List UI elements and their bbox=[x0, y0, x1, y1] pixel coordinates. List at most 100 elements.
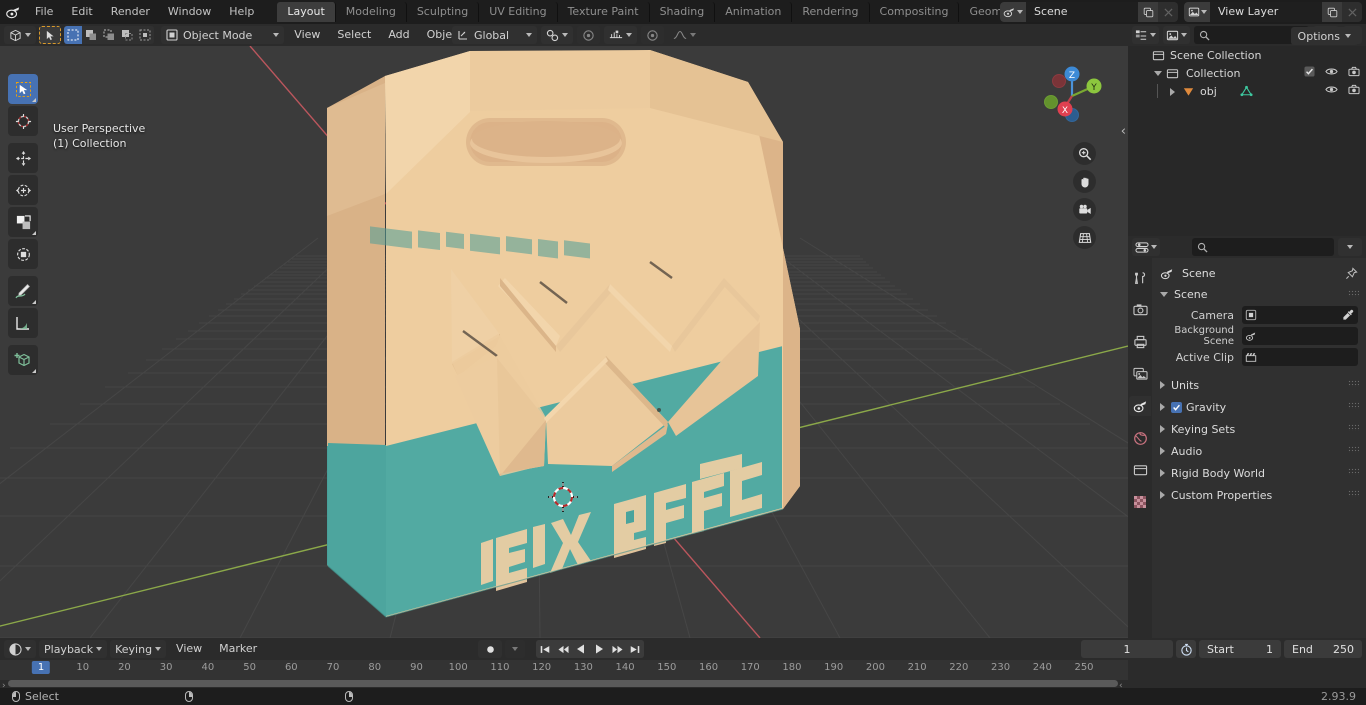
panel-audio-header[interactable]: Audio bbox=[1152, 440, 1366, 462]
tool-tab[interactable] bbox=[1129, 268, 1151, 288]
panel-scene-header[interactable]: Scene bbox=[1152, 284, 1366, 304]
editor-type-3dview-icon[interactable] bbox=[4, 26, 36, 44]
chevron-down-icon[interactable] bbox=[1338, 238, 1362, 256]
proportional-falloff-toggle[interactable] bbox=[641, 26, 665, 44]
duplicate-icon[interactable] bbox=[1322, 2, 1342, 22]
jump-start-icon[interactable] bbox=[536, 640, 554, 658]
timeline-menu-playback[interactable]: Playback bbox=[39, 640, 108, 658]
view-layer-selector[interactable]: View Layer bbox=[1184, 2, 1362, 22]
panel-rigid-body-world-header[interactable]: Rigid Body World bbox=[1152, 462, 1366, 484]
timeline-ruler[interactable]: 10 20 30 40 50 60 70 80 90 100 110 120 130 140 150 160 1… bbox=[0, 660, 1128, 680]
background-scene-field[interactable] bbox=[1242, 327, 1358, 345]
proportional-edit-group[interactable] bbox=[577, 26, 601, 44]
world-tab[interactable] bbox=[1129, 428, 1151, 448]
camera-icon[interactable] bbox=[1348, 66, 1360, 80]
toggle-perspective-icon[interactable] bbox=[1073, 226, 1096, 249]
annotate-tool[interactable] bbox=[8, 276, 38, 306]
x-icon[interactable] bbox=[1158, 2, 1178, 22]
navigation-gizmo[interactable]: Z Y X bbox=[1034, 58, 1110, 134]
pin-icon[interactable] bbox=[1345, 266, 1358, 280]
properties-search-input[interactable] bbox=[1192, 238, 1334, 256]
viewport-menu-add[interactable]: Add bbox=[381, 26, 416, 44]
tab-shading[interactable]: Shading bbox=[650, 2, 716, 22]
view-layer-tab[interactable] bbox=[1129, 364, 1151, 384]
select-extend-icon[interactable] bbox=[118, 26, 136, 44]
current-frame-field[interactable]: 1 bbox=[1081, 640, 1173, 658]
select-lasso-icon[interactable] bbox=[100, 26, 118, 44]
tab-layout[interactable]: Layout bbox=[277, 2, 336, 22]
render-tab[interactable] bbox=[1129, 300, 1151, 320]
play-reverse-icon[interactable] bbox=[572, 640, 590, 658]
play-icon[interactable] bbox=[590, 640, 608, 658]
camera-view-icon[interactable] bbox=[1073, 198, 1096, 221]
panel-keying-sets-header[interactable]: Keying Sets bbox=[1152, 418, 1366, 440]
checkbox-checked-icon[interactable] bbox=[1304, 66, 1315, 80]
start-frame-field[interactable]: Start 1 bbox=[1199, 640, 1281, 658]
menu-help[interactable]: Help bbox=[220, 2, 263, 22]
move-tool[interactable] bbox=[8, 143, 38, 173]
viewport-options-button[interactable]: Options bbox=[1290, 27, 1358, 45]
select-intersect-icon[interactable] bbox=[136, 26, 154, 44]
timeline-scrollbar[interactable] bbox=[8, 680, 1118, 687]
transform-orientation-dropdown[interactable]: Global bbox=[452, 26, 538, 44]
timeline-menu-keying[interactable]: Keying bbox=[110, 640, 167, 658]
camera-field[interactable] bbox=[1242, 306, 1358, 324]
prev-keyframe-icon[interactable] bbox=[554, 640, 572, 658]
blender-logo-icon[interactable] bbox=[0, 0, 26, 24]
zoom-icon[interactable] bbox=[1073, 142, 1096, 165]
falloff-curve-icon[interactable] bbox=[668, 26, 701, 44]
eyedropper-icon[interactable] bbox=[1342, 309, 1354, 321]
outliner-display-mode-icon[interactable] bbox=[1132, 26, 1159, 44]
transform-tool[interactable] bbox=[8, 239, 38, 269]
sidebar-toggle-arrow-icon[interactable]: ‹ bbox=[1121, 124, 1126, 139]
timeline-menu-view[interactable]: View bbox=[169, 640, 209, 658]
measure-tool[interactable] bbox=[8, 308, 38, 338]
rotate-tool[interactable] bbox=[8, 175, 38, 205]
eye-icon[interactable] bbox=[1325, 66, 1338, 80]
outliner-row-scene-collection[interactable]: Scene Collection bbox=[1128, 46, 1366, 64]
duplicate-icon[interactable] bbox=[1138, 2, 1158, 22]
tab-texture-paint[interactable]: Texture Paint bbox=[558, 2, 650, 22]
snap-dropdown[interactable] bbox=[541, 26, 574, 44]
tab-rendering[interactable]: Rendering bbox=[792, 2, 870, 22]
panel-custom-properties-header[interactable]: Custom Properties bbox=[1152, 484, 1366, 506]
add-cube-tool[interactable] bbox=[8, 345, 38, 375]
tab-sculpting[interactable]: Sculpting bbox=[407, 2, 480, 22]
active-clip-field[interactable] bbox=[1242, 348, 1358, 366]
scale-tool[interactable] bbox=[8, 207, 38, 237]
eye-icon[interactable] bbox=[1325, 84, 1338, 98]
menu-render[interactable]: Render bbox=[102, 2, 159, 22]
tab-compositing[interactable]: Compositing bbox=[870, 2, 960, 22]
view-layer-icon[interactable] bbox=[1184, 2, 1210, 22]
filter-id-icon[interactable] bbox=[1163, 26, 1190, 44]
gravity-checkbox[interactable] bbox=[1171, 401, 1182, 413]
tab-uv-editing[interactable]: UV Editing bbox=[479, 2, 558, 22]
snap-increment-icon[interactable] bbox=[604, 26, 638, 44]
tab-animation[interactable]: Animation bbox=[715, 2, 793, 22]
panel-units-header[interactable]: Units bbox=[1152, 374, 1366, 396]
viewport-menu-select[interactable]: Select bbox=[330, 26, 378, 44]
pan-hand-icon[interactable] bbox=[1073, 170, 1096, 193]
outliner-row-obj[interactable]: obj bbox=[1128, 82, 1366, 100]
scene-icon[interactable] bbox=[1000, 2, 1026, 22]
outliner-row-collection[interactable]: Collection bbox=[1128, 64, 1366, 82]
cursor-tool[interactable] bbox=[8, 106, 38, 136]
mode-selector[interactable]: Object Mode bbox=[161, 26, 285, 44]
properties-editor-icon[interactable] bbox=[1132, 238, 1160, 256]
texture-tab[interactable] bbox=[1129, 492, 1151, 512]
timeline-playhead[interactable]: 1 bbox=[31, 661, 51, 674]
timeline-menu-marker[interactable]: Marker bbox=[212, 640, 264, 658]
viewport-menu-view[interactable]: View bbox=[287, 26, 327, 44]
3d-viewport[interactable]: User Perspective (1) Collection Z Y X ‹ bbox=[0, 46, 1128, 638]
tab-modeling[interactable]: Modeling bbox=[336, 2, 407, 22]
menu-edit[interactable]: Edit bbox=[62, 2, 101, 22]
stopwatch-icon[interactable] bbox=[1176, 640, 1196, 658]
output-tab[interactable] bbox=[1129, 332, 1151, 352]
scene-name[interactable]: Scene bbox=[1026, 2, 1138, 22]
tweak-cursor-icon[interactable] bbox=[39, 26, 61, 44]
menu-window[interactable]: Window bbox=[159, 2, 220, 22]
keying-dropdown[interactable] bbox=[505, 640, 525, 658]
scene-selector[interactable]: Scene bbox=[1000, 2, 1178, 22]
record-keyframe-icon[interactable] bbox=[478, 640, 502, 658]
select-circle-icon[interactable] bbox=[82, 26, 100, 44]
